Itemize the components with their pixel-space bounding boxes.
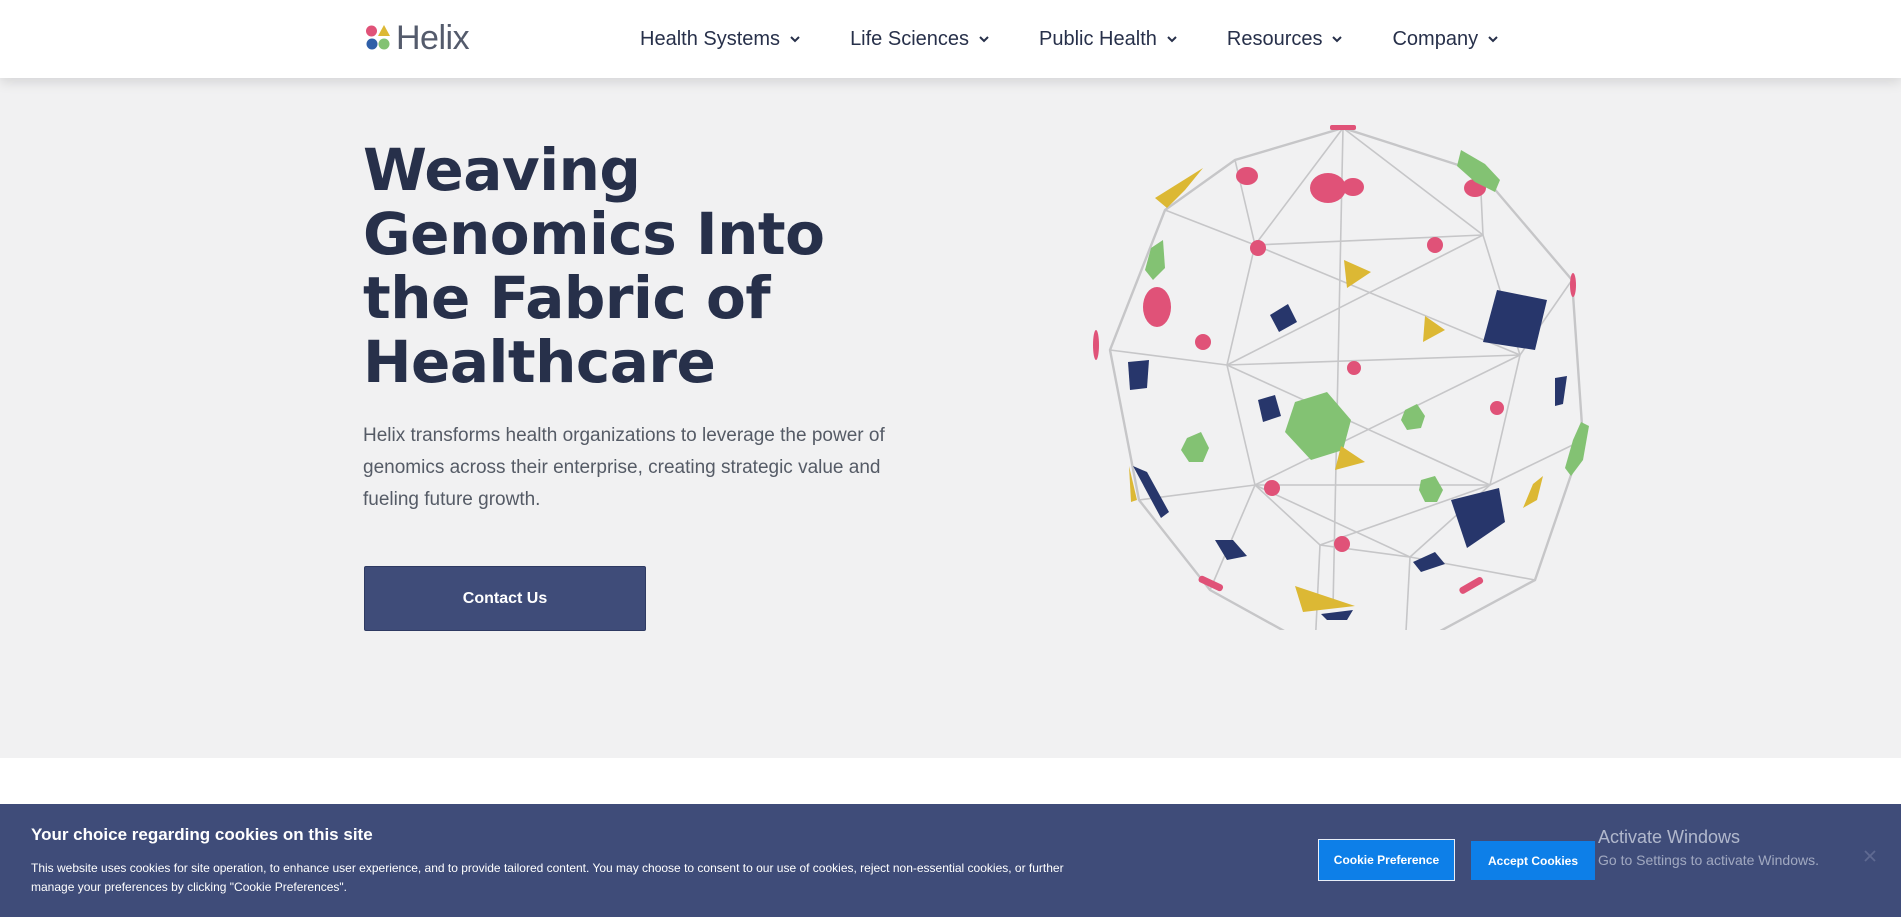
hero-title-line: Healthcare — [363, 328, 716, 396]
cookie-preference-button[interactable]: Cookie Preference — [1318, 839, 1455, 881]
helix-logo[interactable]: Helix — [364, 18, 470, 57]
green-node — [1401, 404, 1425, 430]
hero-title: Weaving Genomics Into the Fabric of Heal… — [363, 138, 883, 394]
hero-description: Helix transforms health organizations to… — [363, 425, 885, 510]
hero-title-line: Genomics Into — [363, 200, 825, 268]
green-node — [1419, 476, 1443, 502]
navy-node — [1555, 376, 1567, 406]
navy-node — [1321, 610, 1353, 620]
green-node — [1565, 422, 1589, 476]
nav-public-health[interactable]: Public Health — [1039, 28, 1177, 51]
helix-logo-icon — [364, 23, 394, 53]
navy-node — [1270, 304, 1297, 332]
accept-cookies-button[interactable]: Accept Cookies — [1471, 841, 1595, 880]
pink-node — [1459, 576, 1484, 594]
yellow-node — [1344, 260, 1371, 288]
pink-node — [1347, 361, 1361, 375]
chevron-down-icon — [790, 36, 800, 43]
cookie-banner-title: Your choice regarding cookies on this si… — [31, 825, 373, 844]
navy-node — [1451, 488, 1505, 548]
pink-node — [1490, 401, 1504, 415]
brand-name: Helix — [396, 18, 470, 57]
close-icon[interactable] — [1862, 848, 1878, 864]
chevron-down-icon — [979, 36, 989, 43]
nav-label: Resources — [1226, 27, 1323, 50]
contact-us-button[interactable]: Contact Us — [364, 566, 646, 631]
sphere-wireframe — [1108, 126, 1585, 630]
navy-node — [1413, 552, 1445, 572]
yellow-node — [1523, 476, 1543, 508]
pink-node — [1310, 173, 1346, 203]
nav-label: Public Health — [1039, 27, 1157, 50]
nav-label: Health Systems — [640, 27, 781, 50]
nav-health-systems[interactable]: Health Systems — [640, 28, 800, 51]
pink-node — [1250, 240, 1266, 256]
hero-title-line: the Fabric of — [363, 264, 771, 332]
windows-activation-subtitle: Go to Settings to activate Windows. — [1598, 852, 1819, 868]
pink-node — [1342, 178, 1364, 196]
cookie-banner: Your choice regarding cookies on this si… — [0, 804, 1901, 917]
nav-company[interactable]: Company — [1392, 28, 1498, 51]
pink-node — [1236, 167, 1258, 185]
yellow-node — [1295, 586, 1355, 612]
nav-life-sciences[interactable]: Life Sciences — [850, 28, 989, 51]
site-header: Helix Health Systems Life Sciences Publi… — [0, 0, 1901, 78]
navy-node — [1258, 395, 1281, 422]
pink-node — [1093, 330, 1099, 360]
nav-label: Life Sciences — [850, 27, 970, 50]
pink-node — [1264, 480, 1280, 496]
cookie-banner-text: This website uses cookies for site opera… — [31, 861, 1064, 894]
pink-node — [1427, 237, 1443, 253]
pink-node — [1330, 125, 1356, 130]
hero-title-line: Weaving — [363, 136, 641, 204]
genomics-sphere-illustration — [1093, 125, 1589, 630]
navy-node — [1215, 540, 1247, 560]
green-node — [1145, 240, 1165, 280]
navy-node — [1483, 290, 1547, 350]
hero-section — [0, 78, 1901, 758]
chevron-down-icon — [1332, 36, 1343, 43]
pink-node — [1143, 287, 1171, 327]
chevron-down-icon — [1167, 36, 1177, 43]
pink-node — [1570, 273, 1576, 297]
main-nav: Health Systems Life Sciences Public Heal… — [640, 0, 1498, 78]
windows-activation-title: Activate Windows — [1598, 827, 1741, 847]
pink-node — [1195, 334, 1211, 350]
green-node — [1181, 432, 1209, 462]
nav-resources[interactable]: Resources — [1227, 28, 1343, 51]
chevron-down-icon — [1488, 36, 1498, 43]
nav-label: Company — [1392, 27, 1479, 50]
navy-node — [1128, 360, 1149, 390]
pink-node — [1334, 536, 1350, 552]
